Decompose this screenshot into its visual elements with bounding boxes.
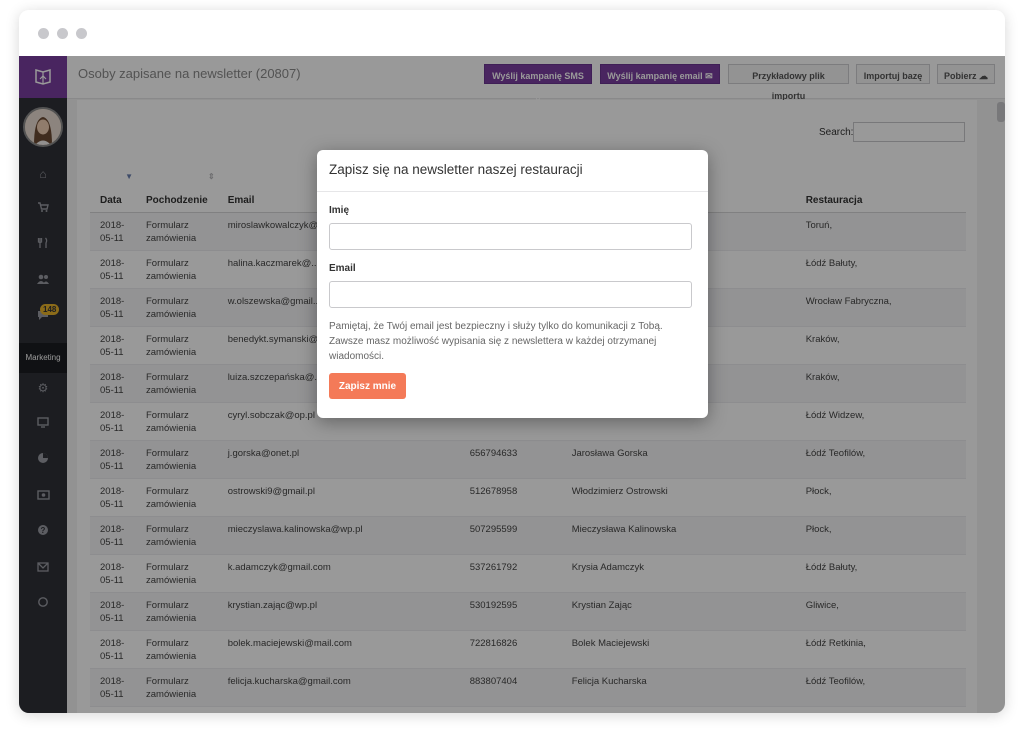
window-close-dot[interactable] (38, 28, 49, 39)
window-titlebar (19, 10, 1005, 56)
privacy-info: Pamiętaj, że Twój email jest bezpieczny … (329, 321, 663, 362)
name-label: Imię (329, 205, 350, 216)
name-field[interactable] (329, 223, 692, 250)
modal-title: Zapisz się na newsletter naszej restaura… (329, 162, 583, 177)
app: ⌂ 148 Marketing ⚙ ? Osoby zapisane na ne… (19, 56, 1005, 713)
browser-window: ⌂ 148 Marketing ⚙ ? Osoby zapisane na ne… (19, 10, 1005, 713)
subscribe-button[interactable]: Zapisz mnie (329, 373, 406, 399)
window-maximize-dot[interactable] (76, 28, 87, 39)
window-minimize-dot[interactable] (57, 28, 68, 39)
email-field[interactable] (329, 281, 692, 308)
email-label: Email (329, 263, 356, 274)
newsletter-modal: Zapisz się na newsletter naszej restaura… (317, 150, 708, 418)
modal-divider (317, 191, 708, 192)
